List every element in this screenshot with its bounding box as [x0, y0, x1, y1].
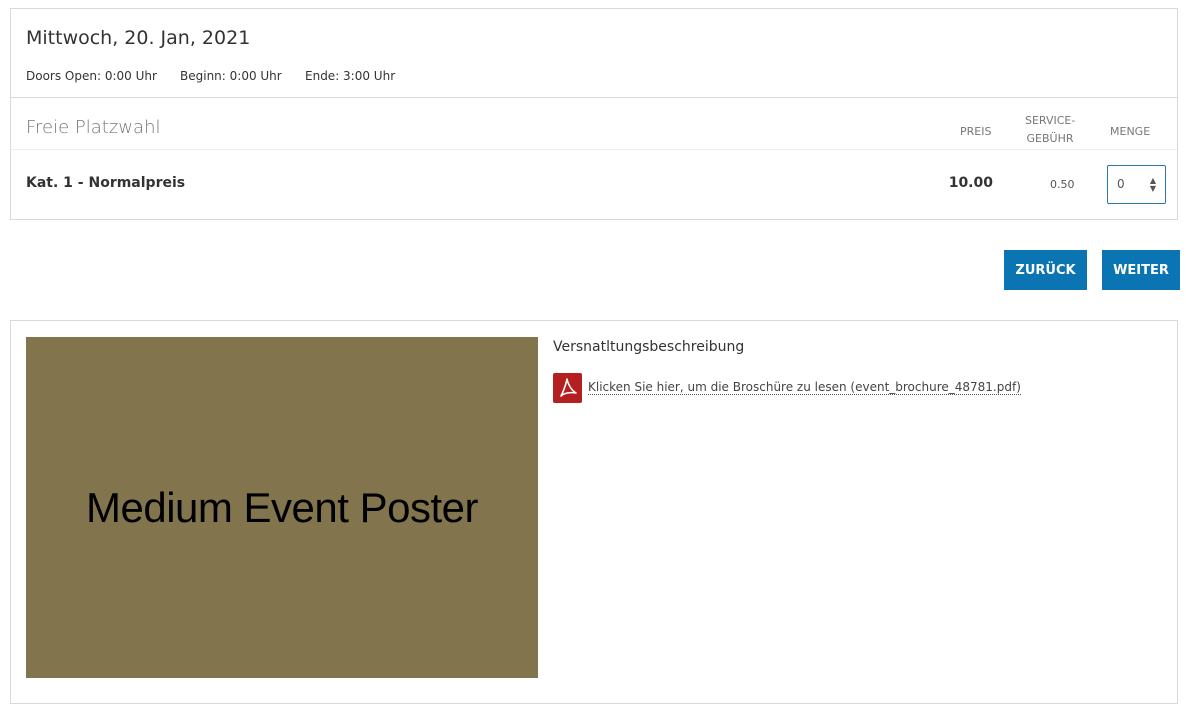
description-title: Versnatltungsbeschreibung — [553, 339, 745, 355]
seating-section-title: Freie Platzwahl — [26, 117, 161, 138]
service-fee-column-header: SERVICE- GEBÜHR — [1025, 112, 1075, 148]
price-column-header: PREIS — [960, 125, 992, 138]
quantity-select[interactable]: 0 ▲ ▼ — [1107, 165, 1166, 204]
event-panel: Mittwoch, 20. Jan, 2021 Doors Open: 0:00… — [10, 8, 1178, 220]
event-poster: Medium Event Poster — [26, 337, 538, 678]
back-button[interactable]: ZURÜCK — [1004, 250, 1087, 290]
ticket-service-fee: 0.50 — [1050, 178, 1075, 191]
description-panel: Medium Event Poster Versnatltungsbeschre… — [10, 320, 1178, 704]
pdf-file-icon[interactable] — [553, 373, 582, 403]
service-fee-header-line2: GEBÜHR — [1026, 132, 1074, 145]
select-arrows-icon: ▲ ▼ — [1149, 176, 1156, 193]
end-time: Ende: 3:00 Uhr — [305, 69, 396, 83]
ticket-category: Kat. 1 - Normalpreis — [26, 175, 186, 191]
ticket-price: 10.00 — [948, 175, 993, 191]
poster-text: Medium Event Poster — [85, 484, 479, 531]
header-divider — [11, 97, 1177, 98]
quantity-column-header: MENGE — [1110, 125, 1151, 138]
pdf-acrobat-glyph — [560, 378, 577, 397]
brochure-link[interactable]: Klicken Sie hier, um die Broschüre zu le… — [588, 380, 1021, 395]
row-divider — [11, 149, 1177, 150]
event-date: Mittwoch, 20. Jan, 2021 — [26, 27, 251, 49]
doors-open-time: Doors Open: 0:00 Uhr — [26, 69, 157, 83]
quantity-value: 0 — [1117, 177, 1125, 191]
next-button[interactable]: WEITER — [1102, 250, 1180, 290]
begin-time: Beginn: 0:00 Uhr — [180, 69, 282, 83]
service-fee-header-line1: SERVICE- — [1025, 114, 1076, 127]
